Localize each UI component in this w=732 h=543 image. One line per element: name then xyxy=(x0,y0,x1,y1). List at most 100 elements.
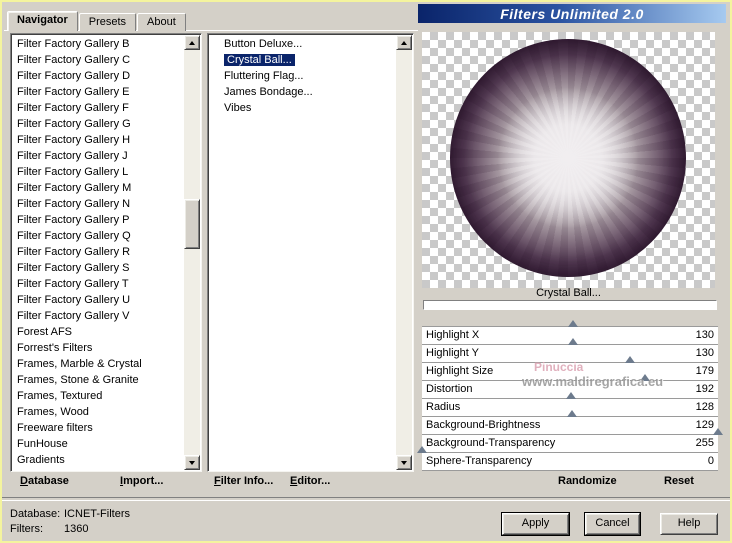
category-item[interactable]: Frames, Stone & Granite xyxy=(13,372,184,388)
category-item[interactable]: Filter Factory Gallery Q xyxy=(13,228,184,244)
filter-item-label: James Bondage... xyxy=(224,86,313,98)
param-label: Sphere-Transparency xyxy=(426,455,532,467)
category-item[interactable]: Freeware filters xyxy=(13,420,184,436)
arrow-up-icon xyxy=(189,40,195,45)
param-label: Radius xyxy=(426,401,461,413)
slider-thumb-icon[interactable] xyxy=(639,374,650,381)
filter-preview xyxy=(422,32,715,288)
param-label: Background-Transparency xyxy=(426,437,556,449)
slider-thumb-icon[interactable] xyxy=(624,356,635,363)
status-database: Database: ICNET-Filters xyxy=(10,508,130,520)
param-row[interactable]: Highlight Y 130 xyxy=(422,338,718,363)
filter-item-label: Vibes xyxy=(224,102,252,114)
category-item[interactable]: Forest AFS xyxy=(13,324,184,340)
status-database-label: Database: xyxy=(10,508,61,520)
database-button[interactable]: Database xyxy=(20,475,69,490)
status-filters-value: 1360 xyxy=(64,523,89,535)
param-row[interactable]: Sphere-Transparency 0 xyxy=(417,446,718,471)
scroll-down-button[interactable] xyxy=(396,455,412,470)
category-item[interactable]: Filter Factory Gallery F xyxy=(13,100,184,116)
param-value: 129 xyxy=(695,419,714,431)
param-value: 255 xyxy=(695,437,714,449)
help-button[interactable]: Help xyxy=(660,513,718,535)
scroll-up-button[interactable] xyxy=(184,35,200,50)
param-row[interactable]: Background-Transparency 255 xyxy=(422,428,723,453)
category-item[interactable]: Filter Factory Gallery E xyxy=(13,84,184,100)
randomize-button[interactable]: Randomize xyxy=(558,475,617,490)
slider-thumb-icon[interactable] xyxy=(417,446,427,453)
filter-item[interactable]: James Bondage... xyxy=(210,84,396,100)
scrollbar-thumb[interactable] xyxy=(184,199,200,249)
category-item[interactable]: Filter Factory Gallery R xyxy=(13,244,184,260)
category-item[interactable]: Filter Factory Gallery L xyxy=(13,164,184,180)
category-item[interactable]: Filter Factory Gallery J xyxy=(13,148,184,164)
param-label: Distortion xyxy=(426,383,473,395)
progress-bar xyxy=(423,300,717,310)
slider-thumb-icon[interactable] xyxy=(566,410,577,417)
category-item[interactable]: FunHouse xyxy=(13,436,184,452)
filter-list: Button Deluxe... Crystal Ball... Flutterin… xyxy=(210,36,396,469)
import-button[interactable]: Import... xyxy=(120,475,163,490)
category-scrollbar[interactable] xyxy=(184,35,200,470)
slider-thumb-icon[interactable] xyxy=(713,428,723,435)
window-title: Filters Unlimited 2.0 xyxy=(500,5,644,22)
filter-item[interactable]: Vibes xyxy=(210,100,396,116)
category-item[interactable]: Filter Factory Gallery G xyxy=(13,116,184,132)
filter-item[interactable]: Button Deluxe... xyxy=(210,36,396,52)
tab-navigator[interactable]: Navigator xyxy=(7,11,78,31)
status-filters: Filters: 1360 xyxy=(10,523,88,535)
title-bar: Filters Unlimited 2.0 xyxy=(418,4,726,23)
reset-button[interactable]: Reset xyxy=(664,475,694,490)
category-item[interactable]: Filter Factory Gallery H xyxy=(13,132,184,148)
category-item[interactable]: Filter Factory Gallery U xyxy=(13,292,184,308)
category-item[interactable]: Filter Factory Gallery T xyxy=(13,276,184,292)
filter-item[interactable]: Crystal Ball... xyxy=(210,52,396,68)
param-value: 128 xyxy=(695,401,714,413)
arrow-up-icon xyxy=(401,40,407,45)
apply-button[interactable]: Apply xyxy=(502,513,569,535)
category-item[interactable]: Filter Factory Gallery P xyxy=(13,212,184,228)
category-item[interactable]: Filter Factory Gallery C xyxy=(13,52,184,68)
param-value: 192 xyxy=(695,383,714,395)
param-value: 130 xyxy=(695,347,714,359)
category-item[interactable]: Filter Factory Gallery N xyxy=(13,196,184,212)
tab-bar: Navigator Presets About xyxy=(7,11,187,31)
category-item[interactable]: Frames, Marble & Crystal xyxy=(13,356,184,372)
category-item[interactable]: Filter Factory Gallery M xyxy=(13,180,184,196)
scroll-up-button[interactable] xyxy=(396,35,412,50)
param-label: Highlight Y xyxy=(426,347,479,359)
category-item[interactable]: Gradients xyxy=(13,452,184,468)
arrow-down-icon xyxy=(401,460,407,465)
filter-item-label: Button Deluxe... xyxy=(224,38,303,50)
filter-scrollbar[interactable] xyxy=(396,35,412,470)
filters-unlimited-dialog: Filters Unlimited 2.0 Navigator Presets … xyxy=(0,0,732,543)
slider-thumb-icon[interactable] xyxy=(567,338,578,345)
preview-caption: Crystal Ball... xyxy=(536,287,601,299)
param-list: Highlight X 130 Highlight Y 130 Highlight Si… xyxy=(417,320,723,471)
param-row[interactable]: Highlight Size 179 xyxy=(422,356,718,381)
filter-item[interactable]: Fluttering Flag... xyxy=(210,68,396,84)
filter-info-button[interactable]: Filter Info... xyxy=(214,475,273,490)
editor-button[interactable]: Editor... xyxy=(290,475,330,490)
param-label: Background-Brightness xyxy=(426,419,541,431)
category-item[interactable]: Filter Factory Gallery B xyxy=(13,36,184,52)
param-value: 130 xyxy=(695,329,714,341)
status-filters-label: Filters: xyxy=(10,523,43,535)
category-item[interactable]: Filter Factory Gallery D xyxy=(13,68,184,84)
tab-presets[interactable]: Presets xyxy=(78,13,137,31)
cancel-button[interactable]: Cancel xyxy=(585,513,640,535)
slider-thumb-icon[interactable] xyxy=(565,392,576,399)
slider-thumb-icon[interactable] xyxy=(567,320,578,327)
category-item[interactable]: Frames, Wood xyxy=(13,404,184,420)
param-label: Highlight X xyxy=(426,329,480,341)
tab-about[interactable]: About xyxy=(137,13,186,31)
category-item[interactable]: Filter Factory Gallery S xyxy=(13,260,184,276)
scroll-down-button[interactable] xyxy=(184,455,200,470)
category-list: Filter Factory Gallery B Filter Factory G… xyxy=(13,36,184,469)
param-row[interactable]: Background-Brightness 129 xyxy=(422,410,718,435)
category-item[interactable]: Frames, Textured xyxy=(13,388,184,404)
status-database-value: ICNET-Filters xyxy=(64,508,130,520)
divider xyxy=(2,497,730,501)
category-item[interactable]: Forrest's Filters xyxy=(13,340,184,356)
category-item[interactable]: Filter Factory Gallery V xyxy=(13,308,184,324)
